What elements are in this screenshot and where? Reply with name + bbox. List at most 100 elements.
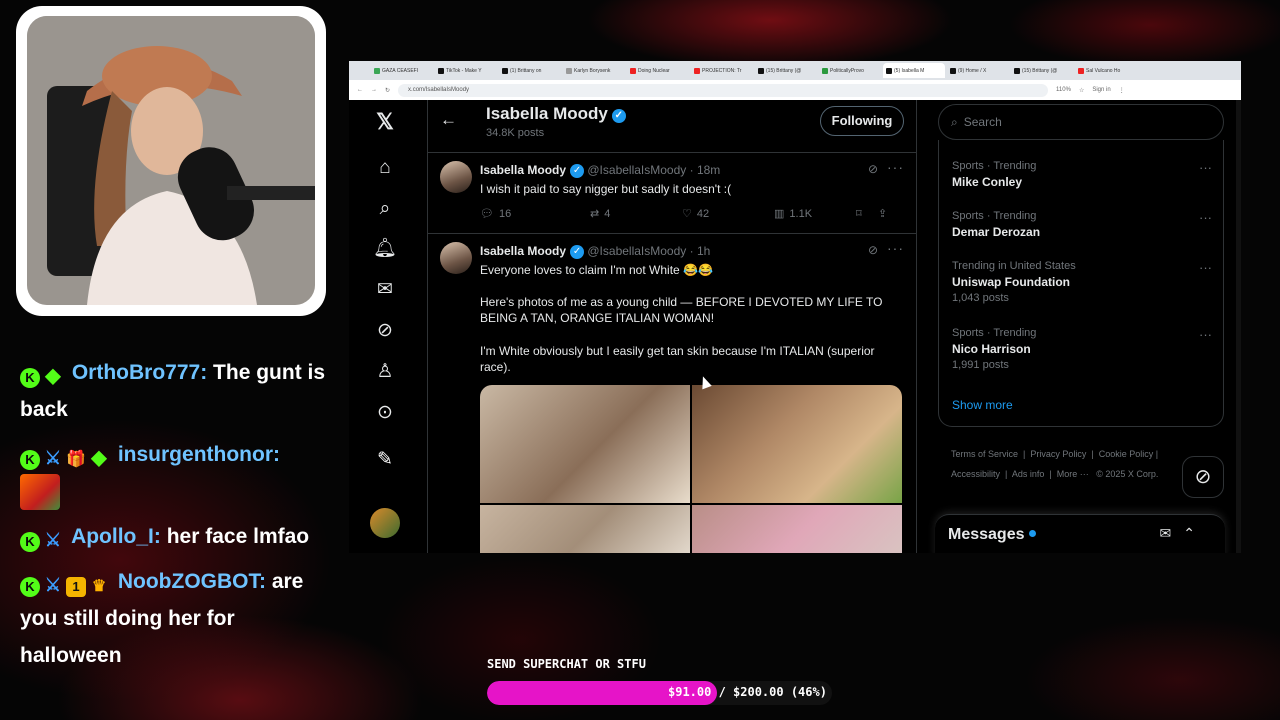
- profile-icon[interactable]: ♙: [373, 360, 397, 384]
- browser-tab[interactable]: Karlyn Borysenk: [563, 63, 625, 78]
- cookie-link[interactable]: Cookie Policy: [1099, 449, 1154, 459]
- trend-more-icon[interactable]: ···: [1199, 210, 1212, 225]
- profile-name-text: Isabella Moody: [486, 104, 608, 123]
- grok-explain-icon[interactable]: ⊘: [868, 243, 878, 257]
- chat-text: her face lmfao: [166, 525, 310, 549]
- tab-favicon-icon: [1014, 67, 1020, 74]
- repost-button[interactable]: ⇄ 4: [590, 207, 682, 221]
- superchat-amount: $91.00 / $200.00 (46%): [668, 685, 827, 699]
- trend-more-icon[interactable]: ···: [1199, 160, 1212, 175]
- tab-label: (15) Brittany (@: [1022, 67, 1058, 74]
- sign-in-button[interactable]: Sign in: [1092, 87, 1110, 93]
- accessibility-link[interactable]: Accessibility: [951, 469, 1000, 479]
- browser-tab[interactable]: (1) Brittany on: [499, 63, 561, 78]
- trend-item[interactable]: Trending in United States Uniswap Founda…: [952, 260, 1212, 304]
- tweet[interactable]: Isabella Moody ✓ @IsabellaIsMoody · 1h ⊘ …: [428, 234, 916, 553]
- tweet-handle[interactable]: @IsabellaIsMoody: [587, 163, 686, 177]
- browser-tab-active[interactable]: (5) Isabella M: [883, 63, 945, 78]
- tweet-media-grid[interactable]: [480, 385, 902, 553]
- tweet-actions: 💬︎ 16 ⇄ 4 ♡ 42 ▥ 1.1K ⌑ ⇪: [480, 207, 902, 221]
- bookmark-star-icon[interactable]: ☆: [1079, 87, 1084, 94]
- reply-button[interactable]: 💬︎ 16: [480, 207, 590, 221]
- views-button[interactable]: ▥ 1.1K: [774, 207, 856, 221]
- trend-item[interactable]: Sports · Trending Mike Conley ···: [952, 160, 1212, 189]
- tab-favicon-icon: [694, 67, 700, 74]
- more-options-icon[interactable]: ···: [887, 159, 904, 175]
- media-photo[interactable]: [480, 385, 690, 503]
- expand-chevron-icon[interactable]: ⌃: [1183, 525, 1207, 541]
- search-icon[interactable]: ⌕: [373, 197, 397, 221]
- grok-fab-icon[interactable]: ⊘: [1182, 456, 1224, 498]
- url-field[interactable]: x.com/IsabellaIsMoody: [398, 83, 1049, 97]
- notifications-bell-icon[interactable]: 🔔︎: [373, 237, 397, 261]
- tweet-handle[interactable]: @IsabellaIsMoody: [587, 244, 686, 258]
- trend-context: Sports · Trending: [952, 160, 1037, 172]
- tweet-author-name[interactable]: Isabella Moody: [480, 163, 566, 177]
- trend-item[interactable]: Sports · Trending Demar Derozan ···: [952, 210, 1212, 239]
- browser-tab[interactable]: PROJECTION: Tr: [691, 63, 753, 78]
- browser-tab[interactable]: PoliticallyProvo: [819, 63, 881, 78]
- tab-favicon-icon: [1078, 67, 1084, 74]
- chat-message: K ⚔ 🎁 ◆ insurgenthonor:: [20, 436, 330, 511]
- more-options-icon[interactable]: ···: [887, 240, 904, 256]
- browser-tab[interactable]: Sal Vulcano Ho: [1075, 63, 1137, 78]
- zoom-indicator[interactable]: 110%: [1056, 87, 1071, 93]
- media-photo[interactable]: [480, 505, 690, 553]
- reload-icon[interactable]: ↻: [385, 87, 390, 94]
- like-button[interactable]: ♡ 42: [682, 207, 774, 221]
- browser-tab[interactable]: (15) Brittany (@: [1011, 63, 1073, 78]
- tweet-author-name[interactable]: Isabella Moody: [480, 244, 566, 258]
- browser-tab[interactable]: TikTok - Make Y: [435, 63, 497, 78]
- messages-drawer[interactable]: Messages ✉⌃: [935, 514, 1225, 553]
- media-photo[interactable]: [692, 505, 902, 553]
- tweet-avatar[interactable]: [440, 242, 472, 274]
- privacy-link[interactable]: Privacy Policy: [1030, 449, 1086, 459]
- show-more-link[interactable]: Show more: [952, 398, 1013, 412]
- browser-menu-icon[interactable]: ⋮: [1119, 87, 1125, 94]
- more-link[interactable]: More ···: [1057, 469, 1089, 479]
- trend-more-icon[interactable]: ···: [1199, 260, 1212, 275]
- browser-tab[interactable]: Doing Nuclear: [627, 63, 689, 78]
- tweet-time[interactable]: 1h: [697, 244, 710, 258]
- tab-label: (5) Isabella M: [894, 67, 925, 74]
- trend-more-icon[interactable]: ···: [1199, 327, 1212, 342]
- tab-label: TikTok - Make Y: [446, 67, 482, 74]
- terms-link[interactable]: Terms of Service: [951, 449, 1018, 459]
- account-avatar[interactable]: [370, 508, 400, 538]
- grok-icon[interactable]: ⊘: [373, 319, 397, 343]
- tweet-avatar[interactable]: [440, 161, 472, 193]
- tweet-time[interactable]: 18m: [697, 163, 720, 177]
- x-logo-icon[interactable]: 𝕏: [373, 110, 397, 134]
- share-button[interactable]: ⇪: [878, 207, 887, 220]
- search-input[interactable]: ⌕ Search: [938, 104, 1224, 140]
- page-scrollbar[interactable]: [1236, 100, 1241, 553]
- post-feather-icon[interactable]: ✎: [373, 448, 397, 472]
- trend-item[interactable]: Sports · Trending Nico Harrison 1,991 po…: [952, 327, 1212, 371]
- browser-tab[interactable]: (15) Brittany (@: [755, 63, 817, 78]
- more-circle-icon[interactable]: ⊙: [373, 401, 397, 425]
- heart-icon: ♡: [682, 208, 692, 220]
- browser-tab[interactable]: (9) Home / X: [947, 63, 1009, 78]
- repost-icon: ⇄: [590, 208, 600, 220]
- tweet-text-line3: I'm White obviously but I easily get tan…: [480, 344, 875, 374]
- tweet[interactable]: Isabella Moody ✓ @IsabellaIsMoody · 18m ⊘…: [428, 153, 916, 234]
- browser-window: GAZA CEASEFI TikTok - Make Y (1) Brittan…: [349, 61, 1241, 553]
- back-nav-icon[interactable]: ←: [357, 87, 363, 93]
- bookmark-button[interactable]: ⌑: [856, 207, 878, 220]
- search-icon: ⌕: [951, 115, 958, 129]
- home-icon[interactable]: ⌂: [373, 156, 397, 180]
- back-arrow-icon[interactable]: ←: [440, 110, 457, 130]
- grok-explain-icon[interactable]: ⊘: [868, 162, 878, 176]
- tab-label: (1) Brittany on: [510, 67, 542, 74]
- browser-tab[interactable]: GAZA CEASEFI: [371, 63, 433, 78]
- messages-controls: ✉⌃: [1160, 525, 1207, 542]
- unread-dot-icon: [1028, 530, 1036, 537]
- sword-badge-icon: ⚔: [44, 530, 62, 551]
- messages-mail-icon[interactable]: ✉: [373, 278, 397, 302]
- new-message-icon[interactable]: ✉: [1160, 525, 1184, 541]
- forward-nav-icon[interactable]: →: [371, 87, 377, 93]
- following-button[interactable]: Following: [820, 106, 904, 136]
- media-photo[interactable]: [692, 385, 902, 503]
- ads-info-link[interactable]: Ads info: [1012, 469, 1045, 479]
- tab-label: Karlyn Borysenk: [574, 67, 611, 74]
